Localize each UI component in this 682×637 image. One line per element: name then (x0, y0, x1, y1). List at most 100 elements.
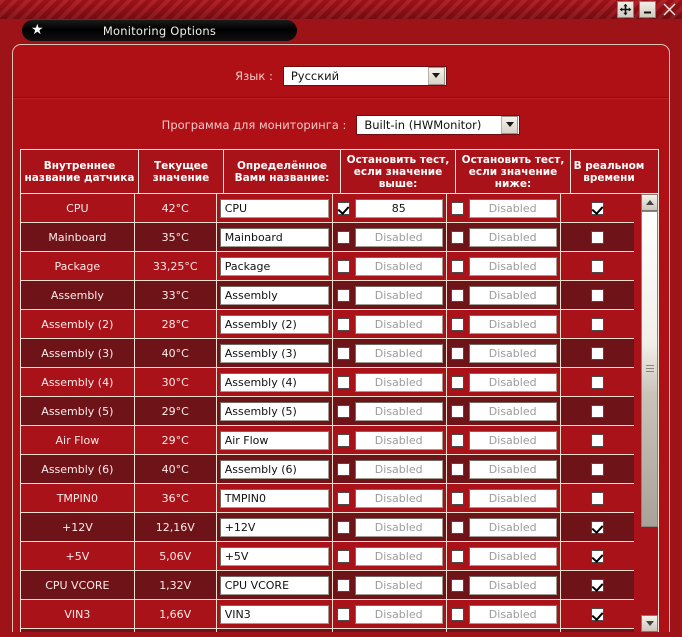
stop-below-input[interactable]: Disabled (468, 459, 557, 479)
stop-below-input[interactable]: Disabled (468, 314, 557, 334)
tab-monitoring-options[interactable]: ★ Monitoring Options (22, 20, 297, 41)
monitoring-program-select[interactable]: Built-in (HWMonitor) (356, 114, 521, 135)
stop-below-input[interactable]: Disabled (468, 372, 557, 392)
stop-above-input[interactable]: Disabled (354, 459, 443, 479)
stop-above-input[interactable]: Disabled (354, 488, 443, 508)
custom-name-input[interactable]: Assembly (5) (219, 401, 329, 421)
custom-name-input[interactable]: Assembly (3) (219, 343, 329, 363)
move-button[interactable] (617, 1, 634, 18)
stop-above-input[interactable]: Disabled (354, 546, 443, 566)
chevron-down-icon[interactable] (501, 115, 519, 134)
stop-above-checkbox[interactable] (336, 375, 350, 389)
custom-name-input[interactable]: VIN3 (219, 604, 329, 624)
stop-below-checkbox[interactable] (450, 230, 464, 244)
stop-below-checkbox[interactable] (450, 578, 464, 592)
scroll-up-button[interactable] (641, 194, 658, 211)
custom-name-input[interactable]: Assembly (2) (219, 314, 329, 334)
stop-above-input[interactable]: Disabled (354, 517, 443, 537)
custom-name-input[interactable]: Package (219, 256, 329, 276)
stop-above-input[interactable]: Disabled (354, 372, 443, 392)
custom-name-input[interactable]: CPU VCORE (219, 575, 329, 595)
stop-below-input[interactable]: Disabled (468, 198, 557, 218)
realtime-checkbox[interactable] (590, 375, 604, 389)
stop-above-checkbox[interactable] (336, 491, 350, 505)
scrollbar-track[interactable] (641, 211, 658, 615)
custom-name-input[interactable]: Assembly (6) (219, 459, 329, 479)
custom-name-input[interactable]: Air Flow (219, 430, 329, 450)
stop-below-checkbox[interactable] (450, 462, 464, 476)
stop-below-checkbox[interactable] (450, 375, 464, 389)
stop-above-checkbox[interactable] (336, 230, 350, 244)
stop-below-input[interactable]: Disabled (468, 604, 557, 624)
realtime-checkbox[interactable] (590, 346, 604, 360)
stop-above-checkbox[interactable] (336, 317, 350, 331)
realtime-checkbox[interactable] (590, 607, 604, 621)
vertical-scrollbar[interactable] (641, 194, 658, 632)
realtime-checkbox[interactable] (590, 462, 604, 476)
stop-below-input[interactable]: Disabled (468, 343, 557, 363)
stop-above-input[interactable]: Disabled (354, 227, 443, 247)
realtime-checkbox[interactable] (590, 578, 604, 592)
stop-below-checkbox[interactable] (450, 317, 464, 331)
stop-below-input[interactable]: Disabled (468, 401, 557, 421)
custom-name-input[interactable]: +5V (219, 546, 329, 566)
stop-below-checkbox[interactable] (450, 288, 464, 302)
realtime-checkbox[interactable] (590, 230, 604, 244)
stop-below-input[interactable]: Disabled (468, 575, 557, 595)
stop-below-input[interactable]: Disabled (468, 256, 557, 276)
stop-above-checkbox[interactable] (336, 404, 350, 418)
stop-below-input[interactable]: Disabled (468, 227, 557, 247)
stop-above-checkbox[interactable] (336, 288, 350, 302)
stop-above-checkbox[interactable] (336, 346, 350, 360)
stop-above-checkbox[interactable] (336, 259, 350, 273)
stop-below-input[interactable]: Disabled (468, 546, 557, 566)
stop-below-checkbox[interactable] (450, 404, 464, 418)
stop-below-input[interactable]: Disabled (468, 488, 557, 508)
stop-above-input[interactable]: Disabled (354, 401, 443, 421)
realtime-checkbox[interactable] (590, 549, 604, 563)
language-select[interactable]: Русский (282, 65, 447, 86)
custom-name-input[interactable]: +12V (219, 517, 329, 537)
stop-above-checkbox[interactable] (336, 578, 350, 592)
minimize-button[interactable] (639, 1, 656, 18)
realtime-checkbox[interactable] (590, 288, 604, 302)
stop-above-checkbox[interactable] (336, 433, 350, 447)
scrollbar-thumb[interactable] (641, 211, 658, 527)
stop-above-input[interactable]: Disabled (354, 575, 443, 595)
stop-above-checkbox[interactable] (336, 520, 350, 534)
stop-below-input[interactable]: Disabled (468, 285, 557, 305)
chevron-down-icon[interactable] (427, 66, 445, 85)
stop-above-input[interactable]: Disabled (354, 256, 443, 276)
stop-below-checkbox[interactable] (450, 259, 464, 273)
stop-below-checkbox[interactable] (450, 549, 464, 563)
stop-below-checkbox[interactable] (450, 520, 464, 534)
stop-below-input[interactable]: Disabled (468, 430, 557, 450)
stop-below-checkbox[interactable] (450, 433, 464, 447)
realtime-checkbox[interactable] (590, 491, 604, 505)
custom-name-input[interactable]: TMPIN0 (219, 488, 329, 508)
stop-above-input[interactable]: Disabled (354, 430, 443, 450)
stop-below-input[interactable]: Disabled (468, 517, 557, 537)
stop-above-checkbox[interactable] (336, 607, 350, 621)
realtime-checkbox[interactable] (590, 317, 604, 331)
stop-below-checkbox[interactable] (450, 201, 464, 215)
close-button[interactable] (661, 1, 678, 18)
stop-above-input[interactable]: Disabled (354, 604, 443, 624)
realtime-checkbox[interactable] (590, 259, 604, 273)
custom-name-input[interactable]: Mainboard (219, 227, 329, 247)
realtime-checkbox[interactable] (590, 404, 604, 418)
stop-above-input[interactable]: Disabled (354, 314, 443, 334)
custom-name-input[interactable]: Assembly (219, 285, 329, 305)
realtime-checkbox[interactable] (590, 201, 604, 215)
stop-above-input[interactable]: 85 (354, 198, 443, 218)
stop-above-input[interactable]: Disabled (354, 285, 443, 305)
stop-below-checkbox[interactable] (450, 607, 464, 621)
stop-above-input[interactable]: Disabled (354, 343, 443, 363)
scroll-down-button[interactable] (641, 615, 658, 632)
stop-below-checkbox[interactable] (450, 491, 464, 505)
stop-below-checkbox[interactable] (450, 346, 464, 360)
custom-name-input[interactable]: CPU (219, 198, 329, 218)
custom-name-input[interactable]: Assembly (4) (219, 372, 329, 392)
realtime-checkbox[interactable] (590, 433, 604, 447)
stop-above-checkbox[interactable] (336, 201, 350, 215)
